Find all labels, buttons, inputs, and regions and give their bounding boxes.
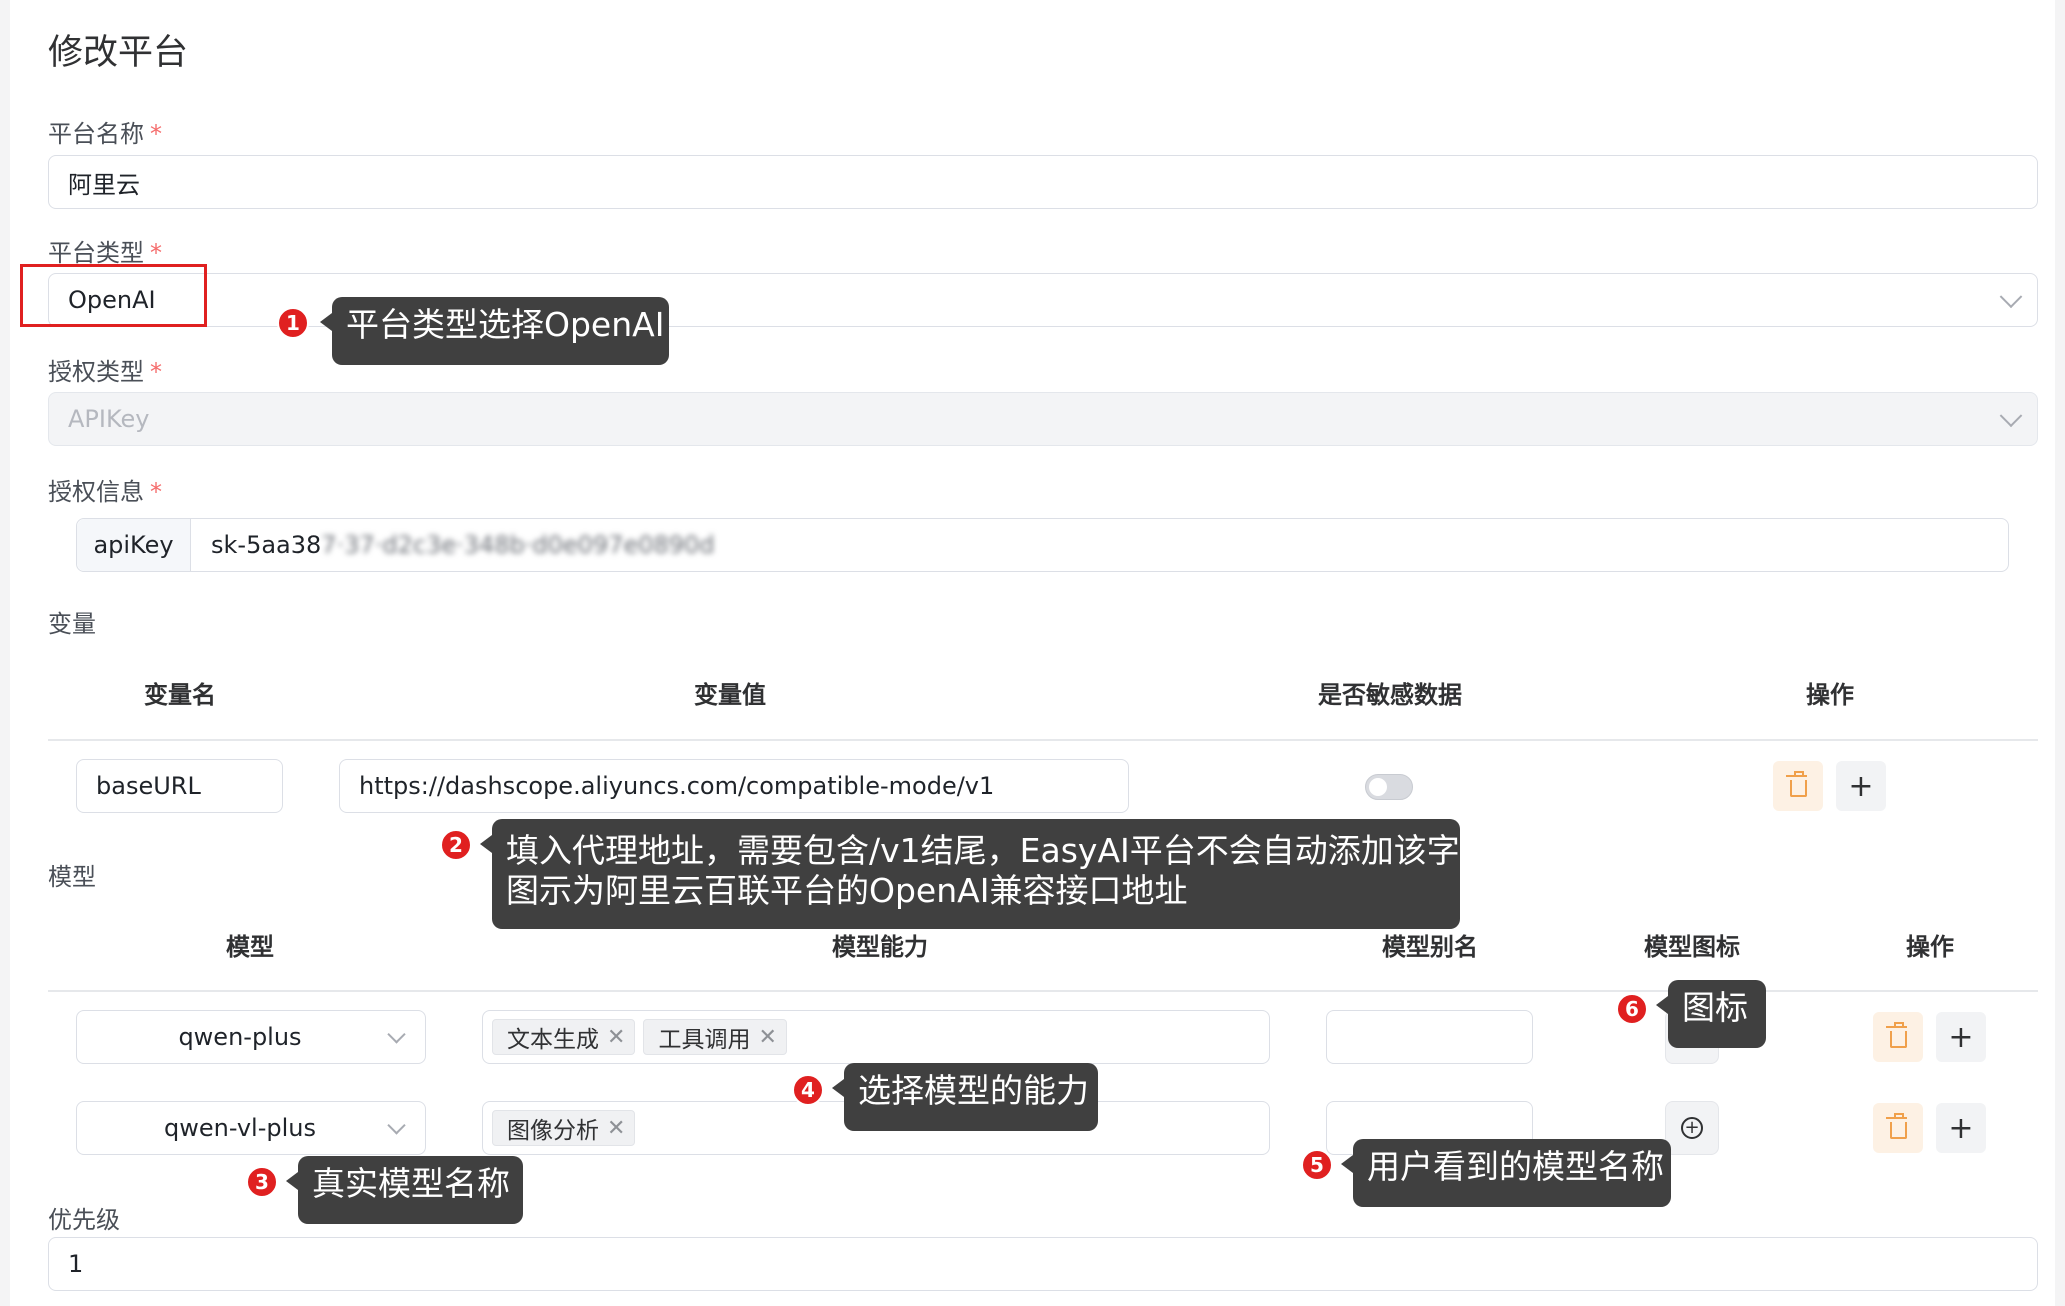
platform-type-label: 平台类型 * <box>48 233 162 268</box>
required-mark: * <box>150 358 162 386</box>
sensitive-toggle[interactable] <box>1365 774 1413 800</box>
required-mark: * <box>150 120 162 148</box>
annotation-badge-3: 3 <box>246 1166 278 1198</box>
annotation-badge-1: 1 <box>277 307 309 339</box>
capability-tag-label: 工具调用 <box>658 1027 751 1053</box>
annotation-text-2a: 填入代理地址，需要包含/v1结尾，EasyAI平台不会自动添加该字段 <box>506 831 1493 870</box>
capability-tag: 图像分析 ✕ <box>492 1110 636 1146</box>
var-table-divider <box>48 739 2038 741</box>
api-key-visible-part: sk-5aa38 <box>211 531 322 559</box>
model-select-value: qwen-plus <box>178 1023 302 1051</box>
trash-icon <box>1885 1022 1907 1048</box>
chevron-down-icon <box>1999 285 2023 309</box>
plus-icon: + <box>1948 1110 1974 1146</box>
platform-name-label: 平台名称 * <box>48 114 162 149</box>
platform-type-label-text: 平台类型 <box>48 239 144 267</box>
model-delete-button[interactable] <box>1873 1103 1923 1153</box>
platform-name-input[interactable]: 阿里云 <box>48 155 2038 209</box>
model-col-actions: 操作 <box>1906 933 1954 961</box>
toggle-knob <box>1369 778 1387 796</box>
plus-icon: + <box>1948 1019 1974 1055</box>
close-icon[interactable]: ✕ <box>607 1116 625 1141</box>
var-add-button[interactable]: + <box>1836 761 1886 811</box>
var-name-input[interactable]: baseURL <box>76 759 283 813</box>
priority-input[interactable]: 1 <box>48 1237 2038 1291</box>
chevron-down-icon <box>387 1025 406 1044</box>
var-col-name: 变量名 <box>144 681 216 709</box>
auth-info-label: 授权信息 * <box>48 472 162 507</box>
model-delete-button[interactable] <box>1873 1012 1923 1062</box>
annotation-text-6: 图标 <box>1682 988 1748 1027</box>
auth-info-label-text: 授权信息 <box>48 478 144 506</box>
plus-circle-icon: + <box>1681 1117 1703 1139</box>
platform-name-label-text: 平台名称 <box>48 120 144 148</box>
capability-tag: 文本生成 ✕ <box>492 1019 636 1055</box>
api-key-obscured-part: 7·37·d2c3e·348b·d0e097e0890d <box>321 531 715 559</box>
var-name-value: baseURL <box>96 772 201 800</box>
models-section-label: 模型 <box>48 863 96 891</box>
annotation-callout-6: 图标 <box>1656 980 1766 1048</box>
page-title: 修改平台 <box>48 33 189 73</box>
model-col-model: 模型 <box>226 933 274 961</box>
annotation-badge-6: 6 <box>1616 993 1648 1025</box>
annotation-callout-3: 真实模型名称 <box>286 1156 523 1224</box>
trash-icon <box>1885 1113 1907 1139</box>
required-mark: * <box>150 478 162 506</box>
trash-icon <box>1785 771 1807 797</box>
model-icon-upload[interactable]: + <box>1665 1101 1719 1155</box>
model-select[interactable]: qwen-vl-plus <box>76 1101 426 1155</box>
api-key-prefix: apiKey <box>77 519 191 571</box>
close-icon[interactable]: ✕ <box>607 1025 625 1050</box>
capability-tag: 工具调用 ✕ <box>643 1019 787 1055</box>
annotation-badge-2: 2 <box>440 829 472 861</box>
plus-icon: + <box>1848 768 1874 804</box>
var-col-actions: 操作 <box>1806 681 1854 709</box>
annotation-badge-4: 4 <box>792 1074 824 1106</box>
model-select[interactable]: qwen-plus <box>76 1010 426 1064</box>
api-key-input[interactable]: apiKey sk-5aa38 7·37·d2c3e·348b·d0e097e08… <box>76 518 2009 572</box>
close-icon[interactable]: ✕ <box>758 1025 776 1050</box>
priority-label: 优先级 <box>48 1206 120 1234</box>
annotation-callout-5: 用户看到的模型名称 <box>1341 1139 1671 1207</box>
model-alias-input[interactable] <box>1326 1010 1533 1064</box>
priority-value: 1 <box>68 1250 84 1278</box>
model-add-button[interactable]: + <box>1936 1103 1986 1153</box>
model-add-button[interactable]: + <box>1936 1012 1986 1062</box>
annotation-callout-2: 填入代理地址，需要包含/v1结尾，EasyAI平台不会自动添加该字段 图示为阿里… <box>480 819 1493 929</box>
annotation-callout-4: 选择模型的能力 <box>832 1063 1098 1131</box>
auth-type-label: 授权类型 * <box>48 352 162 387</box>
annotation-text-4: 选择模型的能力 <box>858 1071 1089 1110</box>
var-col-value: 变量值 <box>694 681 766 709</box>
platform-name-value: 阿里云 <box>68 170 140 199</box>
auth-type-label-text: 授权类型 <box>48 358 144 386</box>
auth-type-value: APIKey <box>68 405 150 433</box>
annotation-callout-1: 平台类型选择OpenAI <box>320 297 669 365</box>
model-col-icon: 模型图标 <box>1644 933 1740 961</box>
var-col-sensitive: 是否敏感数据 <box>1318 681 1462 709</box>
annotation-text-1: 平台类型选择OpenAI <box>346 305 665 344</box>
platform-type-highlight-box <box>20 264 207 327</box>
annotation-text-5: 用户看到的模型名称 <box>1367 1147 1664 1186</box>
auth-type-select: APIKey <box>48 392 2038 446</box>
chevron-down-icon <box>387 1116 406 1135</box>
required-mark: * <box>150 239 162 267</box>
model-col-alias: 模型别名 <box>1382 933 1478 961</box>
var-value-value: https://dashscope.aliyuncs.com/compatibl… <box>359 772 995 800</box>
var-value-input[interactable]: https://dashscope.aliyuncs.com/compatibl… <box>339 759 1129 813</box>
capabilities-select[interactable]: 文本生成 ✕ 工具调用 ✕ <box>482 1010 1270 1064</box>
model-col-capabilities: 模型能力 <box>832 933 928 961</box>
capability-tag-label: 文本生成 <box>507 1027 599 1053</box>
capability-tag-label: 图像分析 <box>507 1118 599 1144</box>
annotation-badge-5: 5 <box>1301 1149 1333 1181</box>
model-select-value: qwen-vl-plus <box>163 1114 316 1142</box>
var-delete-button[interactable] <box>1773 761 1823 811</box>
variables-section-label: 变量 <box>48 610 96 638</box>
annotation-text-3: 真实模型名称 <box>312 1164 510 1203</box>
chevron-down-icon <box>1999 404 2023 428</box>
annotation-text-2b: 图示为阿里云百联平台的OpenAI兼容接口地址 <box>506 871 1188 910</box>
